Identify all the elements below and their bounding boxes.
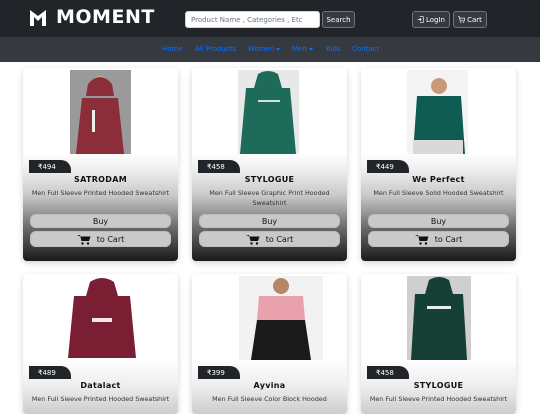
top-header: MOMENT Search LogIn Cart xyxy=(0,0,540,37)
nav-men-dropdown[interactable]: Men xyxy=(292,45,313,53)
chevron-down-icon xyxy=(276,47,281,51)
chevron-down-icon xyxy=(308,47,313,51)
buy-button-label: Buy xyxy=(430,216,447,226)
cart-icon xyxy=(245,234,260,245)
product-description: Men Full Sleeve Graphic Print Hooded Swe… xyxy=(209,189,330,207)
search-button[interactable]: Search xyxy=(322,11,355,28)
product-description: Men Full Sleeve Solid Hooded Sweatshirt xyxy=(373,189,504,197)
product-card: ₹399 Ayvina Men Full Sleeve Color Block … xyxy=(192,274,347,414)
product-description: Men Full Sleeve Printed Hooded Sweatshir… xyxy=(31,395,170,403)
buy-button-label: Buy xyxy=(92,216,109,226)
nav-contact-label: Contact xyxy=(352,45,380,53)
product-image[interactable] xyxy=(70,70,131,154)
product-card: ₹458 STYLOGUE Men Full Sleeve Printed Ho… xyxy=(361,274,516,414)
product-card: ₹494 SATRODAM Men Full Sleeve Printed Ho… xyxy=(23,68,178,261)
product-description: Men Full Sleeve Color Block Hooded xyxy=(212,395,327,403)
cart-button[interactable]: Cart xyxy=(453,11,487,28)
login-label: LogIn xyxy=(425,15,445,24)
nav-contact[interactable]: Contact xyxy=(352,45,379,53)
buy-button[interactable]: Buy xyxy=(368,214,509,228)
add-to-cart-button[interactable]: to Cart xyxy=(368,231,509,247)
product-image[interactable] xyxy=(239,276,323,360)
product-name[interactable]: We Perfect xyxy=(361,175,516,184)
nav-women-dropdown[interactable]: Women xyxy=(248,45,281,53)
nav-home[interactable]: Home xyxy=(162,45,183,53)
nav-men-label: Men xyxy=(292,45,307,53)
product-image[interactable] xyxy=(238,70,299,154)
login-button[interactable]: LogIn xyxy=(412,11,450,28)
login-icon xyxy=(417,16,424,23)
product-description: Men Full Sleeve Printed Hooded Sweatshir… xyxy=(31,189,170,197)
product-name[interactable]: Datalact xyxy=(23,381,178,390)
buy-button[interactable]: Buy xyxy=(30,214,171,228)
nav-kids-label: Kids xyxy=(326,45,341,53)
add-to-cart-label: to Cart xyxy=(434,234,463,244)
nav-kids[interactable]: Kids xyxy=(326,45,341,53)
product-card: ₹489 Datalact Men Full Sleeve Printed Ho… xyxy=(23,274,178,414)
add-to-cart-label: to Cart xyxy=(265,234,294,244)
price-badge: ₹449 xyxy=(367,160,409,173)
price-badge: ₹489 xyxy=(29,366,71,379)
product-name[interactable]: STYLOGUE xyxy=(361,381,516,390)
product-image[interactable] xyxy=(407,70,468,154)
price-badge: ₹494 xyxy=(29,160,71,173)
nav-all-products[interactable]: All Products xyxy=(195,45,236,53)
product-description: Men Full Sleeve Printed Hooded Sweatshir… xyxy=(369,395,508,403)
add-to-cart-button[interactable]: to Cart xyxy=(199,231,340,247)
price-badge: ₹458 xyxy=(367,366,409,379)
brand-name[interactable]: MOMENT xyxy=(56,6,155,28)
price-badge: ₹458 xyxy=(198,160,240,173)
add-to-cart-label: to Cart xyxy=(96,234,125,244)
nav-women-label: Women xyxy=(248,45,275,53)
product-card: ₹458 STYLOGUE Men Full Sleeve Graphic Pr… xyxy=(192,68,347,261)
nav-home-label: Home xyxy=(162,45,183,53)
price-badge: ₹399 xyxy=(198,366,240,379)
add-to-cart-button[interactable]: to Cart xyxy=(30,231,171,247)
cart-icon xyxy=(76,234,91,245)
search-button-label: Search xyxy=(326,15,351,24)
cart-icon xyxy=(414,234,429,245)
product-image[interactable] xyxy=(407,276,471,360)
cart-label: Cart xyxy=(467,15,482,24)
nav-all-products-label: All Products xyxy=(195,45,237,53)
product-image[interactable] xyxy=(60,276,144,360)
main-navbar: Home All Products Women Men Kids Contact xyxy=(0,37,540,62)
buy-button[interactable]: Buy xyxy=(199,214,340,228)
product-name[interactable]: Ayvina xyxy=(192,381,347,390)
product-name[interactable]: STYLOGUE xyxy=(192,175,347,184)
buy-button-label: Buy xyxy=(261,216,278,226)
search-input[interactable] xyxy=(185,11,320,28)
product-card: ₹449 We Perfect Men Full Sleeve Solid Ho… xyxy=(361,68,516,261)
product-name[interactable]: SATRODAM xyxy=(23,175,178,184)
brand-logo-icon[interactable] xyxy=(29,8,47,28)
cart-icon xyxy=(458,16,466,23)
